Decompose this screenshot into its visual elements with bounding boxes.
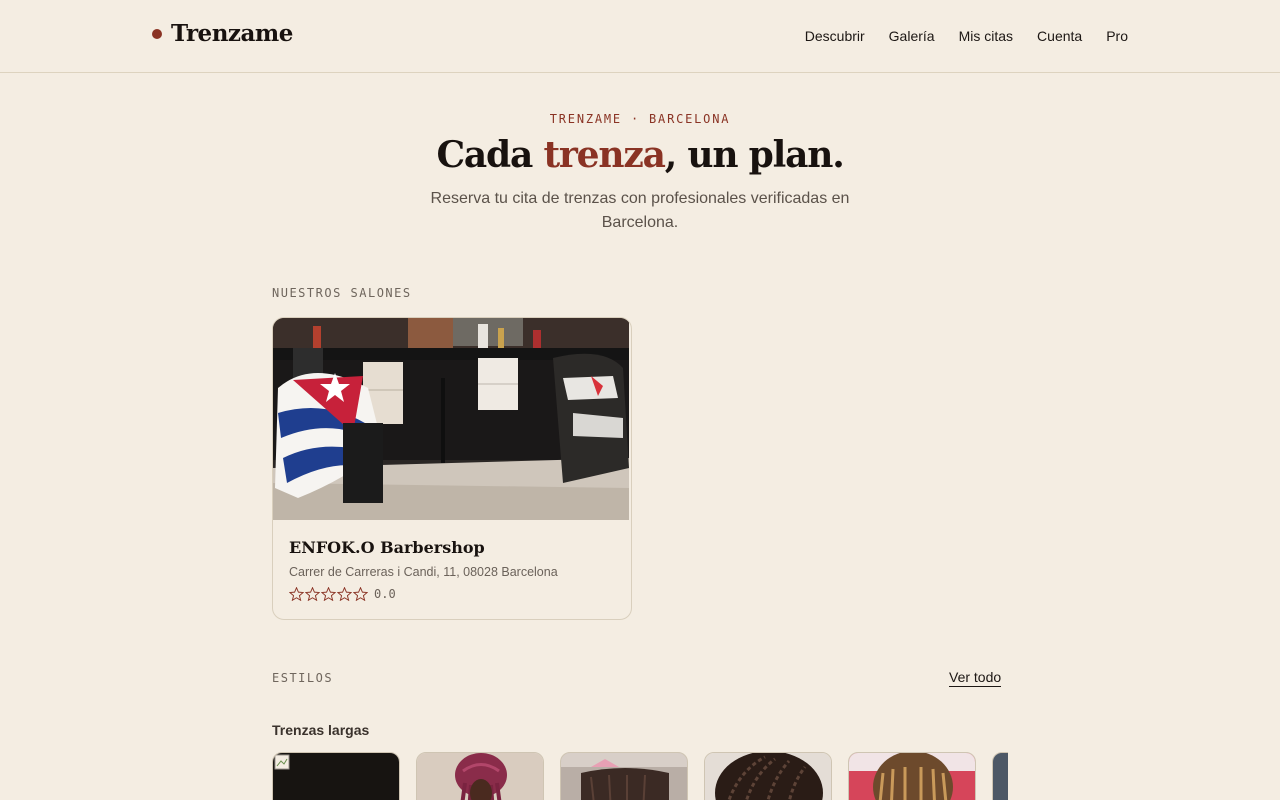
style-thumbnail[interactable] <box>560 752 688 800</box>
braids-photo <box>561 753 687 800</box>
nav-pro[interactable]: Pro <box>1106 28 1128 44</box>
top-navigation-bar: Trenzame Descubrir Galería Mis citas Cue… <box>0 0 1280 73</box>
salon-address: Carrer de Carreras i Candi, 11, 08028 Ba… <box>289 565 558 579</box>
braids-photo <box>849 753 975 800</box>
salon-card[interactable]: ENFOK.O Barbershop Carrer de Carreras i … <box>272 317 632 620</box>
star-empty-icon <box>305 587 320 601</box>
headline-text-after: , un plan. <box>664 134 845 176</box>
broken-image-icon <box>273 753 399 800</box>
rating-value: 0.0 <box>374 587 396 601</box>
rating-stars <box>289 587 368 601</box>
braids-photo <box>417 753 543 800</box>
salon-photo <box>273 318 629 520</box>
brand-logo[interactable]: Trenzame <box>152 20 293 47</box>
style-group-title: Trenzas largas <box>272 722 370 738</box>
nav-descubrir[interactable]: Descubrir <box>805 28 865 44</box>
style-thumbnail[interactable] <box>848 752 976 800</box>
braids-photo <box>993 753 1008 800</box>
styles-section-label: ESTILOS <box>272 671 334 685</box>
style-thumbnail-broken-image[interactable] <box>272 752 400 800</box>
nav-galeria[interactable]: Galería <box>889 28 935 44</box>
salon-name: ENFOK.O Barbershop <box>289 538 485 557</box>
main-nav: Descubrir Galería Mis citas Cuenta Pro <box>805 28 1128 44</box>
hero-subtitle: Reserva tu cita de trenzas con profesion… <box>430 190 850 232</box>
star-empty-icon <box>321 587 336 601</box>
style-thumbnail[interactable] <box>416 752 544 800</box>
brand-name: Trenzame <box>171 20 293 47</box>
styles-carousel[interactable] <box>272 752 1008 800</box>
star-empty-icon <box>337 587 352 601</box>
star-empty-icon <box>289 587 304 601</box>
headline-text-before: Cada <box>436 134 544 176</box>
style-thumbnail[interactable] <box>992 752 1008 800</box>
headline-accent-word: trenza <box>543 134 665 176</box>
nav-mis-citas[interactable]: Mis citas <box>959 28 1013 44</box>
view-all-link[interactable]: Ver todo <box>949 669 1002 687</box>
salons-section-label: NUESTROS SALONES <box>272 286 412 300</box>
cornrows-photo <box>705 753 831 800</box>
style-thumbnail[interactable] <box>704 752 832 800</box>
salon-rating: 0.0 <box>289 587 615 601</box>
brand-dot-icon <box>152 28 162 39</box>
hero-section: TRENZAME · BARCELONA Cada trenza, un pla… <box>0 112 1280 235</box>
star-empty-icon <box>353 587 368 601</box>
nav-cuenta[interactable]: Cuenta <box>1037 28 1082 44</box>
hero-headline: Cada trenza, un plan. <box>0 134 1280 177</box>
hero-eyebrow: TRENZAME · BARCELONA <box>549 112 731 126</box>
